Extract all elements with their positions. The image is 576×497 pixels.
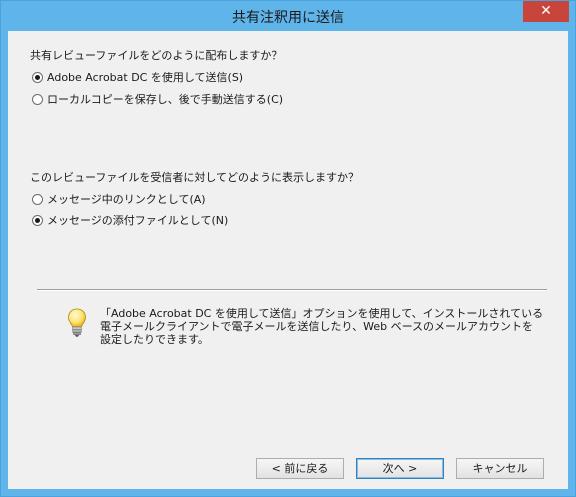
- info-line: 設定したりできます。: [100, 333, 209, 346]
- radio-label: ローカルコピーを保存し、後で手動送信する(C): [47, 93, 284, 106]
- info-line: 電子メールクライアントで電子メールを送信したり、Web ベースのメールアカウント…: [100, 320, 534, 333]
- next-button[interactable]: 次へ >: [356, 458, 444, 479]
- radio-save-local[interactable]: ローカルコピーを保存し、後で手動送信する(C): [32, 92, 283, 106]
- lightbulb-icon: [68, 308, 86, 337]
- close-button[interactable]: ✕: [523, 1, 569, 22]
- close-icon: ✕: [540, 3, 552, 19]
- distribution-question: 共有レビューファイルをどのように配布しますか？: [30, 49, 283, 62]
- display-question: このレビューファイルを受信者に対してどのように表示しますか？: [30, 171, 360, 184]
- radio-checked-icon: [32, 71, 43, 83]
- window-title: 共有注釈用に送信: [232, 10, 344, 26]
- title-bar[interactable]: 共有注釈用に送信 ✕: [1, 1, 575, 31]
- radio-checked-icon: [32, 214, 43, 226]
- info-text: 「Adobe Acrobat DC を使用して送信」オプションを使用して、インス…: [100, 307, 544, 346]
- radio-send-acrobat[interactable]: Adobe Acrobat DC を使用して送信(S): [32, 70, 243, 84]
- radio-attachment[interactable]: メッセージの添付ファイルとして(N): [32, 213, 228, 227]
- radio-label: Adobe Acrobat DC を使用して送信(S): [47, 71, 244, 84]
- radio-link-in-message[interactable]: メッセージ中のリンクとして(A): [32, 192, 206, 206]
- dialog-window: 共有注釈用に送信 ✕ 共有レビューファイルをどのように配布しますか？ Adobe…: [0, 0, 576, 497]
- radio-unchecked-icon: [32, 193, 43, 205]
- cancel-button[interactable]: キャンセル: [456, 458, 544, 479]
- back-button[interactable]: < 前に戻る: [256, 458, 344, 479]
- radio-unchecked-icon: [32, 93, 43, 105]
- radio-label: メッセージの添付ファイルとして(N): [47, 214, 229, 227]
- radio-label: メッセージ中のリンクとして(A): [47, 193, 206, 206]
- info-line: 「Adobe Acrobat DC を使用して送信」オプションを使用して、インス…: [100, 307, 544, 320]
- separator: [37, 289, 547, 291]
- dialog-body: 共有レビューファイルをどのように配布しますか？ Adobe Acrobat DC…: [8, 31, 568, 489]
